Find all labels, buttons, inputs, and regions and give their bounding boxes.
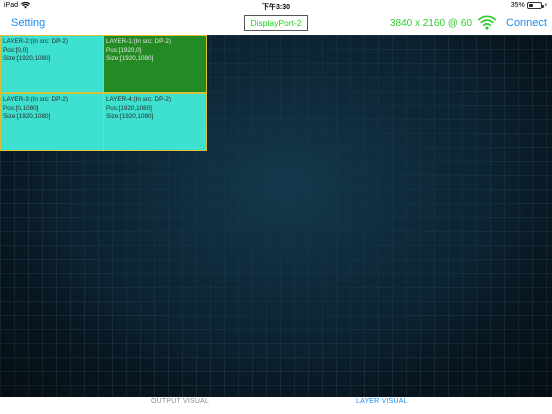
battery-icon [526, 2, 544, 9]
layer-title: LAYER-3:(In src: DP-2) [3, 96, 68, 103]
layer-position: Pos:[0,1080] [3, 104, 39, 112]
bottom-tab-bar: OUTPUT VISUAL LAYER VISUAL [0, 397, 552, 414]
layer-size: Size:[1920,1080] [106, 55, 154, 63]
setting-button[interactable]: Setting [11, 17, 45, 29]
nav-bar: Setting DisplayPort-2 3840 x 2160 @ 60 C… [0, 12, 552, 35]
wifi-icon [478, 15, 496, 30]
layer-2-tile[interactable]: LAYER-2:(In src: DP-2) Pos:[0,0] Size:[1… [0, 35, 104, 93]
layer-title: LAYER-2:(In src: DP-2) [3, 38, 68, 45]
layer-position: Pos:[0,0] [3, 46, 28, 54]
charging-icon: ⚡ [543, 3, 548, 9]
output-resolution: 3840 x 2160 @ 60 [390, 18, 472, 29]
connect-button[interactable]: Connect [506, 17, 547, 29]
status-time: 下午3:30 [261, 4, 290, 11]
layer-1-tile[interactable]: LAYER-1:(In src: DP-2) Pos:[1920,0] Size… [103, 35, 207, 93]
layer-position: Pos:[1920,0] [106, 46, 142, 54]
layer-title: LAYER-1:(In src: DP-2) [106, 38, 171, 45]
layer-size: Size:[1920,1080] [3, 55, 51, 63]
layer-title: LAYER-4:(In src: DP-2) [106, 96, 171, 103]
layer-canvas[interactable]: LAYER-2:(In src: DP-2) Pos:[0,0] Size:[1… [0, 35, 552, 397]
status-bar: iPad 下午3:30 35% ⚡ [0, 0, 552, 12]
tab-output-visual[interactable]: OUTPUT VISUAL [151, 398, 209, 405]
layer-3-tile[interactable]: LAYER-3:(In src: DP-2) Pos:[0,1080] Size… [0, 93, 104, 151]
layer-size: Size:[1920,1080] [3, 113, 51, 121]
battery-percent: 35% [510, 2, 525, 9]
input-source-button[interactable]: DisplayPort-2 [244, 15, 308, 31]
layer-position: Pos:[1920,1080] [106, 104, 152, 112]
status-right: 35% ⚡ [511, 2, 548, 9]
layer-size: Size:[1920,1080] [106, 113, 154, 121]
layer-4-tile[interactable]: LAYER-4:(In src: DP-2) Pos:[1920,1080] S… [103, 93, 207, 151]
tab-layer-visual[interactable]: LAYER VISUAL [356, 398, 408, 405]
